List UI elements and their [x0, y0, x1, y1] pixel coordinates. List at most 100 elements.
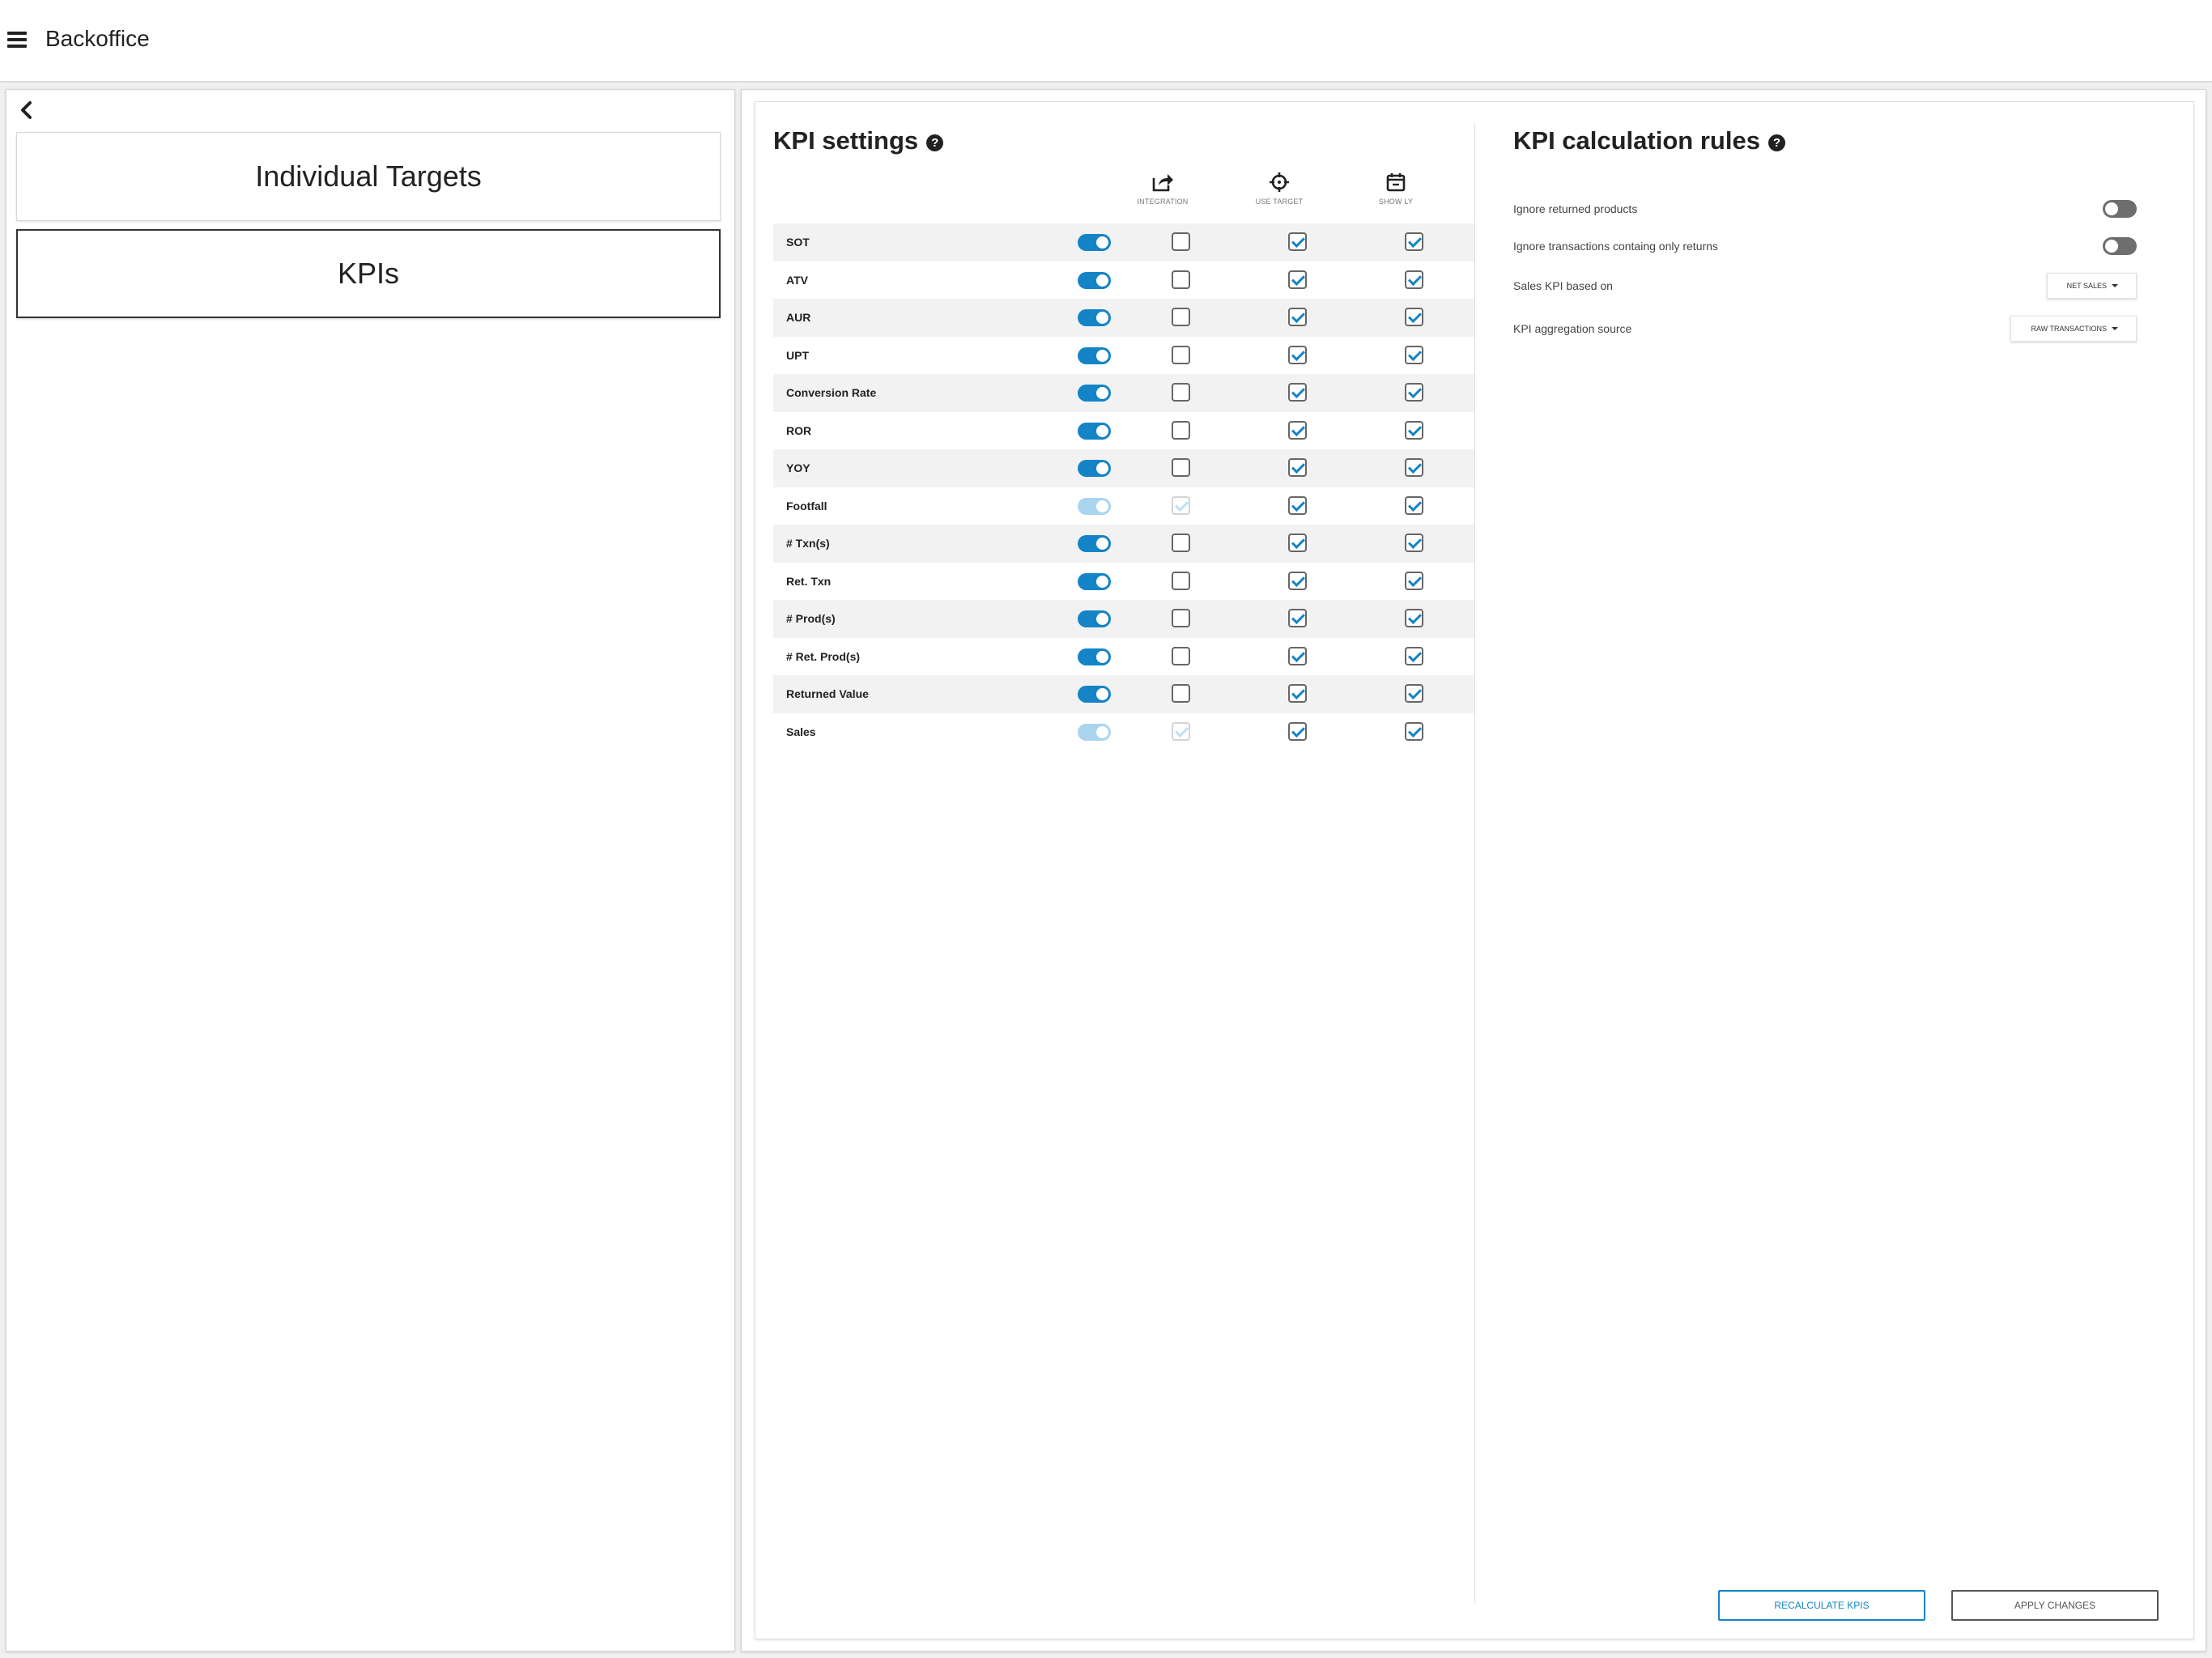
- kpi-enabled-toggle[interactable]: [1078, 535, 1111, 552]
- kpi-row: # Prod(s): [773, 600, 1474, 638]
- kpi-enabled-toggle[interactable]: [1078, 271, 1111, 289]
- kpi-enabled-toggle[interactable]: [1078, 422, 1111, 440]
- kpi-name: Conversion Rate: [786, 386, 877, 399]
- use-target-checkbox[interactable]: [1288, 420, 1307, 440]
- kpi-enabled-toggle[interactable]: [1078, 309, 1111, 326]
- integration-checkbox[interactable]: [1172, 571, 1190, 590]
- kpi-row: # Txn(s): [773, 525, 1474, 563]
- kpi-row: YOY: [773, 449, 1474, 487]
- kpi-row: Footfall: [773, 487, 1474, 525]
- kpi-rules-title: KPI calculation rules: [1513, 126, 1760, 155]
- show-ly-checkbox[interactable]: [1405, 458, 1423, 477]
- use-target-checkbox[interactable]: [1288, 609, 1307, 627]
- use-target-checkbox[interactable]: [1288, 684, 1307, 703]
- show-ly-checkbox[interactable]: [1405, 646, 1423, 665]
- kpi-enabled-toggle[interactable]: [1078, 648, 1111, 665]
- show-ly-checkbox[interactable]: [1405, 721, 1423, 741]
- show-ly-checkbox[interactable]: [1405, 383, 1423, 402]
- column-header-show-ly: SHOW LY: [1347, 172, 1444, 206]
- integration-checkbox[interactable]: [1172, 721, 1190, 741]
- kpi-name: YOY: [786, 461, 810, 474]
- kpi-aggregation-source-dropdown[interactable]: RAW TRANSACTIONS: [2010, 316, 2137, 342]
- kpi-name: # Prod(s): [786, 612, 836, 625]
- integration-checkbox[interactable]: [1172, 232, 1190, 251]
- kpi-enabled-toggle[interactable]: [1078, 686, 1111, 703]
- show-ly-checkbox[interactable]: [1405, 308, 1423, 326]
- kpi-settings-table: SOT ATV AUR UPT Conversion Rate ROR YOY Footfal…: [773, 223, 1474, 750]
- sales-kpi-based-on-dropdown[interactable]: NET SALES: [2046, 273, 2137, 299]
- show-ly-checkbox[interactable]: [1405, 270, 1423, 289]
- dropdown-value: RAW TRANSACTIONS: [2031, 325, 2107, 333]
- kpi-name: ROR: [786, 423, 812, 437]
- kpi-rules-heading: KPI calculation rules ?: [1513, 126, 1785, 155]
- use-target-checkbox[interactable]: [1288, 270, 1307, 289]
- kpi-enabled-toggle[interactable]: [1078, 346, 1111, 364]
- integration-checkbox[interactable]: [1172, 345, 1190, 364]
- ignore-return-only-transactions-toggle[interactable]: [2103, 237, 2137, 255]
- integration-checkbox[interactable]: [1172, 534, 1190, 552]
- kpi-settings-card: KPI settings ? INTEGRATION USE TARGET SH…: [755, 101, 2194, 1639]
- column-header-integration: INTEGRATION: [1114, 172, 1211, 206]
- dropdown-value: NET SALES: [2066, 282, 2107, 290]
- use-target-checkbox[interactable]: [1288, 721, 1307, 741]
- rule-ignore-returned-products: Ignore returned products: [1513, 193, 2137, 225]
- use-target-checkbox[interactable]: [1288, 232, 1307, 251]
- integration-checkbox[interactable]: [1172, 383, 1190, 402]
- rule-sales-kpi-based-on: Sales KPI based on NET SALES: [1513, 270, 2137, 302]
- crosshair-icon: [1270, 172, 1289, 192]
- use-target-checkbox[interactable]: [1288, 458, 1307, 477]
- show-ly-checkbox[interactable]: [1405, 345, 1423, 364]
- use-target-checkbox[interactable]: [1288, 495, 1307, 515]
- integration-checkbox[interactable]: [1172, 420, 1190, 440]
- column-label-show-ly: SHOW LY: [1378, 198, 1414, 206]
- kpi-enabled-toggle[interactable]: [1078, 610, 1111, 627]
- use-target-checkbox[interactable]: [1288, 383, 1307, 402]
- integration-checkbox[interactable]: [1172, 458, 1190, 477]
- kpi-enabled-toggle[interactable]: [1078, 460, 1111, 477]
- rule-kpi-aggregation-source: KPI aggregation source RAW TRANSACTIONS: [1513, 312, 2137, 345]
- integration-checkbox[interactable]: [1172, 646, 1190, 665]
- kpi-enabled-toggle[interactable]: [1078, 723, 1111, 741]
- use-target-checkbox[interactable]: [1288, 571, 1307, 590]
- integration-checkbox[interactable]: [1172, 684, 1190, 703]
- kpi-settings-title: KPI settings: [773, 126, 919, 155]
- kpi-name: Sales: [786, 725, 816, 738]
- use-target-checkbox[interactable]: [1288, 345, 1307, 364]
- integration-checkbox[interactable]: [1172, 270, 1190, 289]
- kpi-enabled-toggle[interactable]: [1078, 234, 1111, 251]
- use-target-checkbox[interactable]: [1288, 646, 1307, 665]
- integration-checkbox[interactable]: [1172, 495, 1190, 515]
- top-bar: Backoffice: [0, 0, 2212, 83]
- show-ly-checkbox[interactable]: [1405, 534, 1423, 552]
- kpi-row: SOT: [773, 223, 1474, 261]
- share-icon: [1152, 174, 1173, 192]
- hamburger-menu-icon[interactable]: [7, 32, 27, 48]
- show-ly-checkbox[interactable]: [1405, 571, 1423, 590]
- kpi-row: Returned Value: [773, 675, 1474, 713]
- kpi-name: Returned Value: [786, 687, 869, 700]
- rule-label: Ignore returned products: [1513, 202, 1638, 215]
- recalculate-kpis-button[interactable]: RECALCULATE KPIS: [1718, 1590, 1925, 1621]
- help-icon[interactable]: ?: [1767, 134, 1785, 151]
- integration-checkbox[interactable]: [1172, 609, 1190, 627]
- ignore-returned-products-toggle[interactable]: [2103, 200, 2137, 218]
- show-ly-checkbox[interactable]: [1405, 609, 1423, 627]
- show-ly-checkbox[interactable]: [1405, 232, 1423, 251]
- show-ly-checkbox[interactable]: [1405, 684, 1423, 703]
- apply-changes-button[interactable]: APPLY CHANGES: [1951, 1590, 2159, 1621]
- help-icon[interactable]: ?: [926, 134, 944, 151]
- use-target-checkbox[interactable]: [1288, 534, 1307, 552]
- show-ly-checkbox[interactable]: [1405, 495, 1423, 515]
- column-label-integration: INTEGRATION: [1137, 198, 1189, 206]
- sidebar-item-kpis[interactable]: KPIs: [16, 229, 721, 318]
- kpi-enabled-toggle[interactable]: [1078, 572, 1111, 590]
- show-ly-checkbox[interactable]: [1405, 420, 1423, 440]
- kpi-enabled-toggle[interactable]: [1078, 497, 1111, 515]
- sidebar-item-individual-targets[interactable]: Individual Targets: [16, 132, 721, 221]
- main-panel: KPI settings ? INTEGRATION USE TARGET SH…: [741, 89, 2206, 1652]
- kpi-row: ATV: [773, 261, 1474, 300]
- chevron-left-icon[interactable]: [18, 100, 36, 121]
- kpi-enabled-toggle[interactable]: [1078, 385, 1111, 402]
- use-target-checkbox[interactable]: [1288, 308, 1307, 326]
- integration-checkbox[interactable]: [1172, 308, 1190, 326]
